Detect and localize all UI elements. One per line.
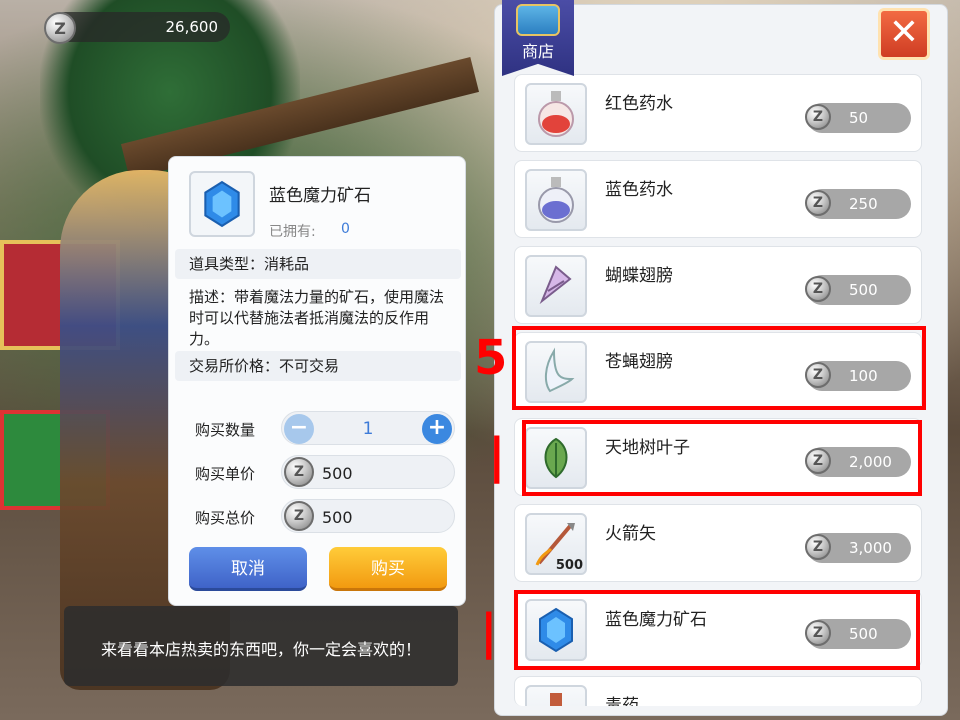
description-row: 描述：带着魔法力量的矿石，使用魔法时可以代替施法者抵消魔法的反作用力。 [175, 283, 461, 349]
trade-price-text: 交易所价格：不可交易 [189, 357, 340, 375]
unit-price-label: 购买单价 [195, 465, 256, 483]
price-pill: Z 500 [805, 275, 911, 305]
item-name: 红色药水 [605, 94, 673, 114]
shop-item-red-potion[interactable]: 红色药水 Z 50 [514, 74, 922, 152]
item-type-row: 道具类型：消耗品 [175, 249, 461, 279]
annotation-mark: 5 [474, 330, 508, 386]
total-price-label: 购买总价 [195, 509, 256, 527]
shop-title: 商店 [521, 42, 554, 61]
treasure-chest-icon [516, 4, 560, 36]
zeny-coin-icon: Z [284, 501, 314, 531]
item-name: 火箭矢 [605, 524, 656, 544]
item-name: 蝴蝶翅膀 [605, 266, 673, 286]
quantity-stepper[interactable]: − 1 + [281, 411, 455, 445]
currency-bar: Z 26,600 [44, 12, 230, 44]
zeny-coin-icon: Z [805, 104, 831, 130]
close-button[interactable]: ✕ [878, 8, 930, 60]
item-price: 250 [849, 195, 878, 213]
red-potion-icon [525, 83, 587, 145]
total-price-value: 500 [322, 508, 353, 527]
currency-amount: 26,600 [165, 18, 219, 36]
butterfly-wing-icon [525, 255, 587, 317]
highlight-box-yggdrasil-leaf [522, 420, 922, 496]
trade-price-row: 交易所价格：不可交易 [175, 351, 461, 381]
price-pill: Z 3,000 [805, 533, 911, 563]
zeny-coin-icon: Z [805, 276, 831, 302]
unit-price-value: 500 [322, 464, 353, 483]
npc-dialog-text: 来看看本店热卖的东西吧，你一定会喜欢的！ [100, 640, 421, 659]
annotation-mark: | [480, 604, 498, 660]
item-type-text: 道具类型：消耗品 [189, 255, 310, 273]
description-text: 描述：带着魔法力量的矿石，使用魔法时可以代替施法者抵消魔法的反作用力。 [189, 288, 445, 348]
plus-icon[interactable]: + [422, 414, 452, 444]
poison-icon [525, 685, 587, 706]
fire-arrow-icon: 500 [525, 513, 587, 575]
zeny-coin-icon: Z [805, 190, 831, 216]
owned-value: 0 [341, 221, 350, 237]
highlight-box-fly-wing [512, 326, 926, 410]
total-price-field: Z 500 [281, 499, 455, 533]
item-name: 毒药 [605, 696, 639, 706]
item-detail-panel: 蓝色魔力矿石 已拥有: 0 道具类型：消耗品 描述：带着魔法力量的矿石，使用魔法… [168, 156, 466, 606]
blue-potion-icon [525, 169, 587, 231]
detail-title: 蓝色魔力矿石 [269, 186, 371, 206]
zeny-coin-icon: Z [284, 457, 314, 487]
shop-item-blue-potion[interactable]: 蓝色药水 Z 250 [514, 160, 922, 238]
annotation-mark: | [488, 428, 506, 484]
item-price: 3,000 [849, 539, 892, 557]
price-pill: Z 50 [805, 103, 911, 133]
unit-price-field: Z 500 [281, 455, 455, 489]
item-price: 500 [849, 281, 878, 299]
item-name: 蓝色药水 [605, 180, 673, 200]
shop-item-fire-arrow[interactable]: 500 火箭矢 Z 3,000 [514, 504, 922, 582]
highlight-box-blue-gemstone [514, 590, 920, 670]
item-price: 50 [849, 109, 869, 127]
zeny-coin-icon: Z [44, 12, 76, 44]
quantity-label: 购买数量 [195, 421, 256, 439]
shop-item-butterfly-wing[interactable]: 蝴蝶翅膀 Z 500 [514, 246, 922, 324]
price-pill: Z 250 [805, 189, 911, 219]
cancel-button[interactable]: 取消 [189, 547, 307, 591]
blue-gemstone-icon [189, 171, 255, 237]
buy-button[interactable]: 购买 [329, 547, 447, 591]
owned-label: 已拥有: [269, 224, 316, 240]
shop-item-poison[interactable]: 毒药 [514, 676, 922, 706]
npc-dialog[interactable]: 来看看本店热卖的东西吧，你一定会喜欢的！ [64, 606, 458, 686]
stack-count: 500 [555, 558, 583, 573]
zeny-coin-icon: Z [805, 534, 831, 560]
